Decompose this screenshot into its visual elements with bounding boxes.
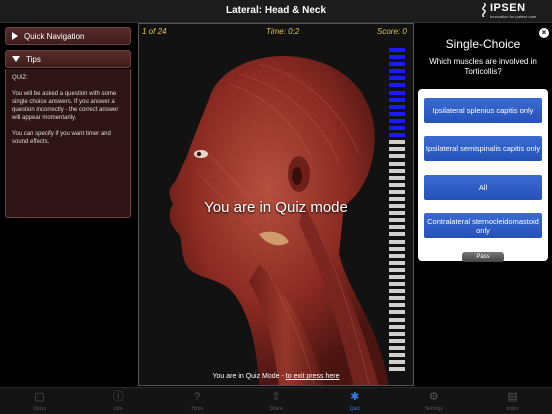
index-icon: ▤ (507, 391, 518, 403)
tips-paragraph: You can specify if you want timer and so… (12, 131, 111, 145)
progress-bar-remaining (389, 62, 405, 67)
toolbar-label: Index (506, 406, 519, 412)
progress-bar-remaining (389, 76, 405, 81)
toolbar-item-views[interactable]: ▢ Views (0, 388, 79, 414)
progress-bar-empty (389, 360, 405, 365)
views-icon: ▢ (34, 391, 45, 403)
progress-bar-empty (389, 154, 405, 159)
progress-bar-empty (389, 324, 405, 329)
tips-paragraph: QUIZ: (12, 75, 28, 81)
progress-bar-empty (389, 140, 405, 145)
gear-icon: ⚙ (428, 391, 439, 403)
question-counter: 1 of 24 (142, 27, 167, 36)
quiz-panel: × Single-Choice Which muscles are involv… (414, 23, 552, 387)
answer-option[interactable]: Ipsilateral splenius capitis only (424, 98, 542, 123)
quick-navigation-label: Quick Navigation (24, 31, 85, 41)
exit-quiz-hint: You are in Quiz Mode - to exit press her… (139, 373, 413, 380)
progress-bar-remaining (389, 90, 405, 95)
progress-bar-empty (389, 367, 405, 372)
toolbar-item-settings[interactable]: ⚙ Settings (394, 388, 473, 414)
progress-bar-empty (389, 303, 405, 308)
anatomy-viewer[interactable]: 1 of 24 Time: 0:2 Score: 0 You are in Qu… (138, 23, 414, 386)
share-icon: ⇧ (271, 391, 281, 403)
progress-bar-remaining (389, 126, 405, 131)
pass-button[interactable]: Pass (462, 252, 504, 262)
progress-bar-remaining (389, 83, 405, 88)
toolbar-label: Views (32, 406, 47, 412)
quiz-score: Score: 0 (377, 27, 407, 36)
quiz-timer: Time: 0:2 (266, 27, 300, 36)
toolbar-item-share[interactable]: ⇧ Share (237, 388, 316, 414)
progress-bar-empty (389, 345, 405, 350)
progress-bar-empty (389, 168, 405, 173)
toolbar-label: Quiz (349, 406, 360, 412)
progress-bar-empty (389, 275, 405, 279)
help-icon: ? (194, 391, 201, 403)
tips-paragraph: You will be asked a question with some s… (12, 91, 119, 121)
toolbar-item-index[interactable]: ▤ Index (473, 388, 552, 414)
progress-bar-remaining (389, 111, 405, 116)
progress-bar-empty (389, 310, 405, 315)
progress-bar-empty (389, 232, 405, 237)
toolbar-item-quiz[interactable]: ✱ Quiz (315, 388, 394, 414)
progress-bar-remaining (389, 104, 405, 109)
quiz-mode-overlay: You are in Quiz mode (204, 199, 348, 216)
title-bar: Lateral: Head & Neck IPSEN Innovation fo… (0, 0, 552, 23)
logo-mark-icon (482, 3, 486, 17)
progress-bar-remaining (389, 133, 405, 138)
progress-bar-empty (389, 175, 405, 180)
progress-bar-remaining (389, 48, 405, 52)
toolbar-item-info[interactable]: ⓘ Info (79, 388, 158, 414)
progress-bar-empty (389, 338, 405, 343)
progress-bar-empty (389, 317, 405, 322)
toolbar-label: Settings (424, 406, 443, 412)
progress-bar-empty (389, 289, 405, 294)
progress-bar-empty (389, 182, 405, 187)
tips-label: Tips (26, 54, 41, 64)
answer-option[interactable]: Contralateral sternocleidomastoid only (424, 213, 542, 238)
toolbar-label: Share (269, 406, 283, 412)
logo-brand: IPSEN (490, 2, 526, 14)
ipsen-logo: IPSEN Innovation for patient care (480, 2, 546, 21)
progress-bar-empty (389, 331, 405, 336)
page-title: Lateral: Head & Neck (225, 5, 327, 16)
progress-bar-remaining (389, 97, 405, 102)
quiz-type-title: Single-Choice (445, 37, 521, 51)
progress-bar-empty (389, 147, 405, 152)
info-icon: ⓘ (112, 391, 124, 403)
tips-content: QUIZ: You will be asked a question with … (5, 69, 131, 218)
progress-bar-empty (389, 161, 405, 166)
quiz-question: Which muscles are involved in Torticolli… (429, 57, 537, 76)
answer-option[interactable]: Ipsilateral semispinalis capitis only (424, 136, 542, 161)
progress-bar-empty (389, 189, 405, 194)
progress-bar-empty (389, 218, 405, 223)
toolbar-item-hints[interactable]: ? Hints (158, 388, 237, 414)
expand-arrow-icon (12, 32, 18, 40)
answer-list: Ipsilateral splenius capitis only Ipsila… (418, 89, 548, 261)
progress-bar-remaining (389, 69, 405, 74)
progress-bar-empty (389, 296, 405, 301)
answer-option[interactable]: All (424, 175, 542, 200)
exit-quiz-prefix: You are in Quiz Mode - (212, 373, 286, 380)
progress-bar-remaining (389, 55, 405, 60)
tips-button[interactable]: Tips (5, 50, 131, 68)
progress-bar-empty (389, 225, 405, 230)
puzzle-icon: ✱ (350, 391, 360, 403)
collapse-arrow-icon (12, 56, 20, 62)
progress-bar-empty (389, 246, 405, 251)
exit-quiz-link[interactable]: to exit press here (286, 373, 340, 380)
toolbar-label: Hints (191, 406, 203, 412)
toolbar-label: Info (114, 406, 123, 412)
progress-bar-empty (389, 353, 405, 358)
quick-navigation-button[interactable]: Quick Navigation (5, 27, 131, 45)
progress-bar-empty (389, 253, 405, 258)
left-panel: Quick Navigation Tips QUIZ: You will be … (0, 23, 136, 387)
progress-bar-empty (389, 239, 405, 244)
progress-bar-remaining (389, 118, 405, 123)
logo-tagline: Innovation for patient care (490, 14, 537, 19)
progress-bar-empty (389, 260, 405, 265)
bottom-toolbar: ▢ Views ⓘ Info? Hints ⇧ Share ✱ Quiz ⚙ Settings ▤ In… (0, 387, 552, 414)
progress-bar-empty (389, 282, 405, 287)
progress-bar-empty (389, 267, 405, 272)
